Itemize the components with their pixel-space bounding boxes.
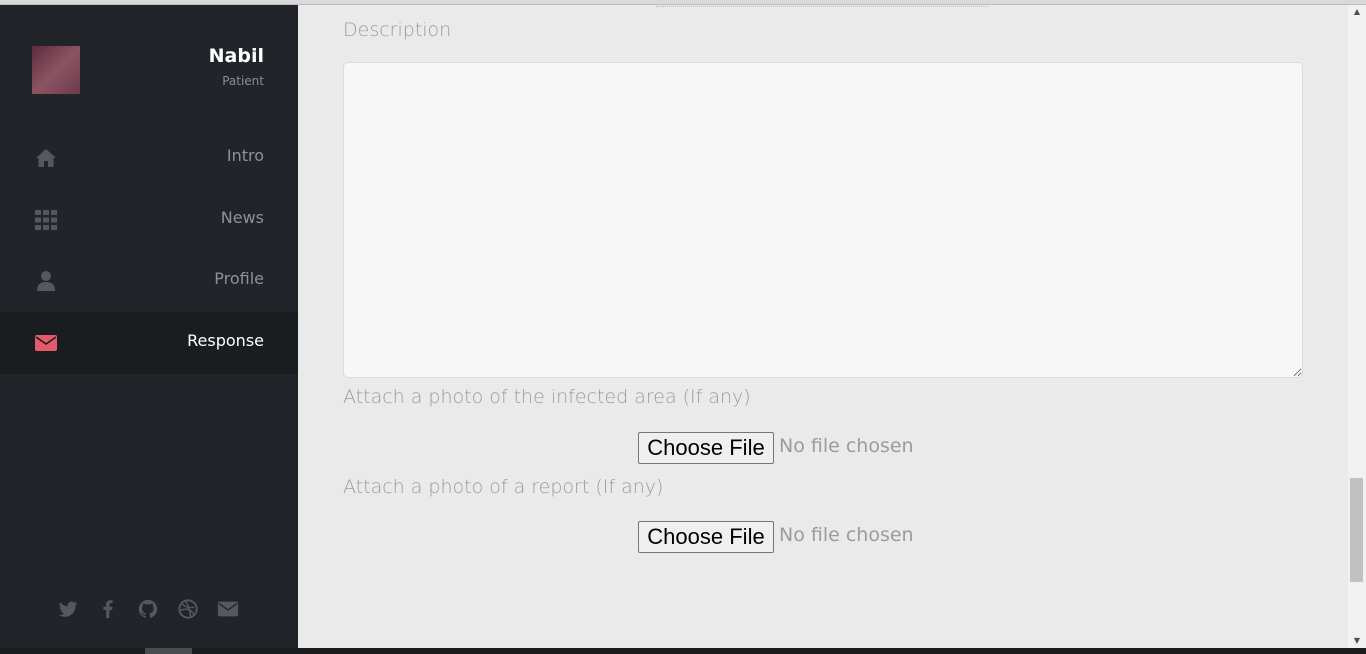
scroll-up-icon[interactable]: ▲: [1348, 5, 1366, 19]
file-status-infected: No file chosen: [779, 435, 914, 457]
photo-report-label: Attach a photo of a report (If any): [343, 476, 664, 498]
taskbar-strip: [0, 648, 1366, 654]
photo-infected-label: Attach a photo of the infected area (If …: [343, 386, 751, 408]
github-icon[interactable]: [137, 598, 159, 620]
envelope-icon[interactable]: [217, 598, 239, 620]
sidebar-item-label: Intro: [226, 146, 264, 165]
sidebar-item-news[interactable]: News: [0, 189, 298, 251]
sidebar-item-response[interactable]: Response: [0, 312, 298, 374]
user-role: Patient: [222, 74, 264, 88]
description-textarea[interactable]: [343, 62, 1303, 378]
avatar[interactable]: [32, 46, 80, 94]
twitter-icon[interactable]: [57, 598, 79, 620]
sidebar: Nabil Patient Intro News Profile Respons…: [0, 5, 298, 648]
scroll-down-icon[interactable]: ▼: [1348, 634, 1366, 648]
sidebar-item-label: Profile: [214, 269, 264, 288]
description-label: Description: [343, 19, 452, 41]
user-name: Nabil: [208, 45, 264, 67]
choose-file-button-report[interactable]: Choose File: [638, 521, 774, 553]
envelope-icon: [34, 332, 58, 354]
divider: [656, 6, 988, 7]
scroll-thumb[interactable]: [1350, 478, 1363, 582]
sidebar-item-intro[interactable]: Intro: [0, 127, 298, 189]
response-form: Description Attach a photo of the infect…: [298, 5, 1348, 648]
grid-icon: [34, 209, 58, 231]
sidebar-item-label: News: [220, 208, 264, 227]
taskbar-tab: [145, 648, 192, 654]
sidebar-item-label: Response: [187, 331, 264, 350]
facebook-icon[interactable]: [97, 598, 119, 620]
choose-file-button-infected[interactable]: Choose File: [638, 432, 774, 464]
page-scrollbar[interactable]: ▲ ▼: [1348, 5, 1366, 648]
dribbble-icon[interactable]: [177, 598, 199, 620]
home-icon: [34, 147, 58, 169]
user-icon: [34, 270, 58, 292]
file-status-report: No file chosen: [779, 524, 914, 546]
sidebar-item-profile[interactable]: Profile: [0, 250, 298, 312]
